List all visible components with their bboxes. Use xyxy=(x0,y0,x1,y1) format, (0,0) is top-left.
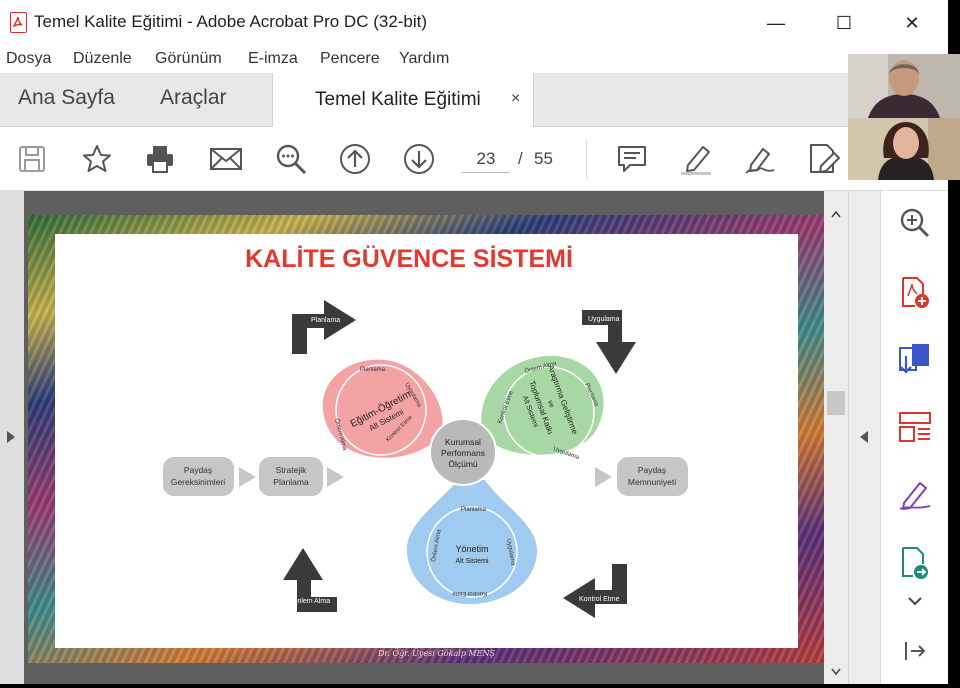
highlight-icon[interactable] xyxy=(678,141,714,177)
strategic-planning-box: Stratejik Planlama xyxy=(259,457,323,496)
tab-close-icon[interactable]: × xyxy=(511,90,520,108)
strategic-planning-line-2: Planlama xyxy=(273,477,309,487)
management-ring-1: Planlama xyxy=(461,507,487,513)
expand-left-arrow-icon[interactable] xyxy=(7,431,15,443)
scrollbar-thumb[interactable] xyxy=(827,391,845,415)
window-title: Temel Kalite Eğitimi - Adobe Acrobat Pro… xyxy=(34,12,428,31)
research-subsystem: Araştırma Geliştirme ve Toplumsal Katkı … xyxy=(481,355,604,461)
flow-arrow-3 xyxy=(595,467,612,487)
collapse-panel-icon[interactable] xyxy=(897,633,933,669)
planlama-arrow: Planlama xyxy=(292,300,356,354)
menu-yardim[interactable]: Yardım xyxy=(399,50,449,68)
collapse-right-arrow-icon[interactable] xyxy=(860,431,868,443)
kontrol-arrow-label: Kontrol Etme xyxy=(579,596,620,603)
menu-pencere[interactable]: Pencere xyxy=(320,50,380,68)
zoom-tool-icon[interactable] xyxy=(897,205,933,241)
flow-arrow-1 xyxy=(239,467,256,487)
uygulama-arrow: Uygulama xyxy=(582,310,636,374)
previous-page-icon[interactable] xyxy=(337,141,373,177)
close-window-button[interactable]: ✕ xyxy=(892,8,932,38)
page-separator: / xyxy=(518,149,523,168)
planlama-arrow-label: Planlama xyxy=(311,317,340,324)
onlem-arrow-label: Önlem Alma xyxy=(292,597,330,605)
sign-icon[interactable] xyxy=(742,141,778,177)
organize-pages-icon[interactable] xyxy=(897,409,933,445)
toolbar: 23 / 55 xyxy=(0,127,948,191)
next-page-icon[interactable] xyxy=(401,141,437,177)
kontrol-arrow: Kontrol Etme xyxy=(563,564,627,618)
teaching-subsystem: Eğitim-Öğretim Alt Sistemi Planlama Uygu… xyxy=(322,359,443,458)
page-total: 55 xyxy=(534,149,553,168)
menu-e-imza[interactable]: E-imza xyxy=(248,50,298,68)
maximize-button[interactable]: ☐ xyxy=(824,8,864,38)
center-line-2: Performans xyxy=(441,448,485,458)
teaching-ring-1: Planlama xyxy=(360,367,386,373)
center-line-1: Kurumsal xyxy=(445,437,481,447)
tab-bar: Ana Sayfa Araçlar Temel Kalite Eğitimi × xyxy=(0,73,948,127)
expand-more-icon[interactable] xyxy=(897,583,933,619)
fill-sign-icon[interactable] xyxy=(897,477,933,513)
create-pdf-icon[interactable] xyxy=(897,275,933,311)
slide-content: KALİTE GÜVENCE SİSTEMİ Planlama Uygulama… xyxy=(55,234,798,648)
bookmark-star-icon[interactable] xyxy=(79,141,115,177)
stakeholder-satisfaction-box: Paydaş Memnuniyeti xyxy=(617,457,688,496)
onlem-arrow: Önlem Alma xyxy=(283,548,337,612)
page-number-input[interactable]: 23 xyxy=(462,145,510,173)
management-subtitle: Alt Sistemi xyxy=(455,558,489,565)
menu-duzenle[interactable]: Düzenle xyxy=(73,50,132,68)
tab-home[interactable]: Ana Sayfa xyxy=(18,86,115,110)
right-pane-toggle[interactable] xyxy=(848,191,880,684)
strategic-planning-line-1: Stratejik xyxy=(276,465,307,475)
acrobat-window: Temel Kalite Eğitimi - Adobe Acrobat Pro… xyxy=(0,0,948,684)
participant-video-2 xyxy=(848,118,960,180)
zoom-out-icon[interactable] xyxy=(273,141,309,177)
uygulama-arrow-label: Uygulama xyxy=(588,316,620,323)
tab-document[interactable]: Temel Kalite Eğitimi × xyxy=(272,73,534,127)
menu-dosya[interactable]: Dosya xyxy=(6,50,51,68)
tab-tools[interactable]: Araçlar xyxy=(160,86,227,110)
toolbar-divider xyxy=(586,139,587,179)
stakeholder-needs-box: Paydaş Gereksinimleri xyxy=(163,457,234,496)
management-subsystem: Yönetim Alt Sistemi Planlama Uygulama Ko… xyxy=(406,480,537,605)
pdf-page: KALİTE GÜVENCE SİSTEMİ Planlama Uygulama… xyxy=(28,215,824,663)
stakeholder-satisfaction-line-2: Memnuniyeti xyxy=(628,477,676,487)
flow-arrow-2 xyxy=(327,467,344,487)
tools-panel xyxy=(880,191,948,684)
send-for-review-icon[interactable] xyxy=(897,545,933,581)
comment-icon[interactable] xyxy=(614,141,650,177)
email-icon[interactable] xyxy=(208,141,244,177)
export-pdf-icon[interactable] xyxy=(897,341,933,377)
minimize-button[interactable]: — xyxy=(756,8,796,38)
menu-gorunum[interactable]: Görünüm xyxy=(155,50,222,68)
vertical-scrollbar[interactable] xyxy=(824,191,848,684)
stakeholder-needs-line-2: Gereksinimleri xyxy=(171,477,225,487)
tab-document-label: Temel Kalite Eğitimi xyxy=(315,89,481,110)
management-ring-3: Kontrol Etme xyxy=(452,590,487,596)
print-icon[interactable] xyxy=(142,141,178,177)
menu-bar: Dosya Düzenle Görünüm E-imza Pencere Yar… xyxy=(0,46,948,73)
left-pane-toggle[interactable] xyxy=(0,191,24,684)
save-icon[interactable] xyxy=(14,141,50,177)
slide-signature: Dr. Öğr. Üyesi Gökalp MENŞ xyxy=(378,649,495,658)
acrobat-app-icon xyxy=(10,12,27,33)
stakeholder-satisfaction-line-1: Paydaş xyxy=(638,465,666,475)
scroll-up-icon[interactable] xyxy=(831,209,841,219)
edit-pdf-icon[interactable] xyxy=(806,141,842,177)
center-line-3: Ölçümü xyxy=(448,459,478,469)
document-viewport[interactable]: KALİTE GÜVENCE SİSTEMİ Planlama Uygulama… xyxy=(0,191,880,684)
slide-title: KALİTE GÜVENCE SİSTEMİ xyxy=(245,244,573,273)
management-title: Yönetim xyxy=(455,544,488,554)
scroll-down-icon[interactable] xyxy=(831,667,841,677)
title-bar: Temel Kalite Eğitimi - Adobe Acrobat Pro… xyxy=(0,0,948,46)
stakeholder-needs-line-1: Paydaş xyxy=(184,465,212,475)
participant-video-1 xyxy=(848,54,960,118)
center-performance-node: Kurumsal Performans Ölçümü xyxy=(429,418,497,486)
